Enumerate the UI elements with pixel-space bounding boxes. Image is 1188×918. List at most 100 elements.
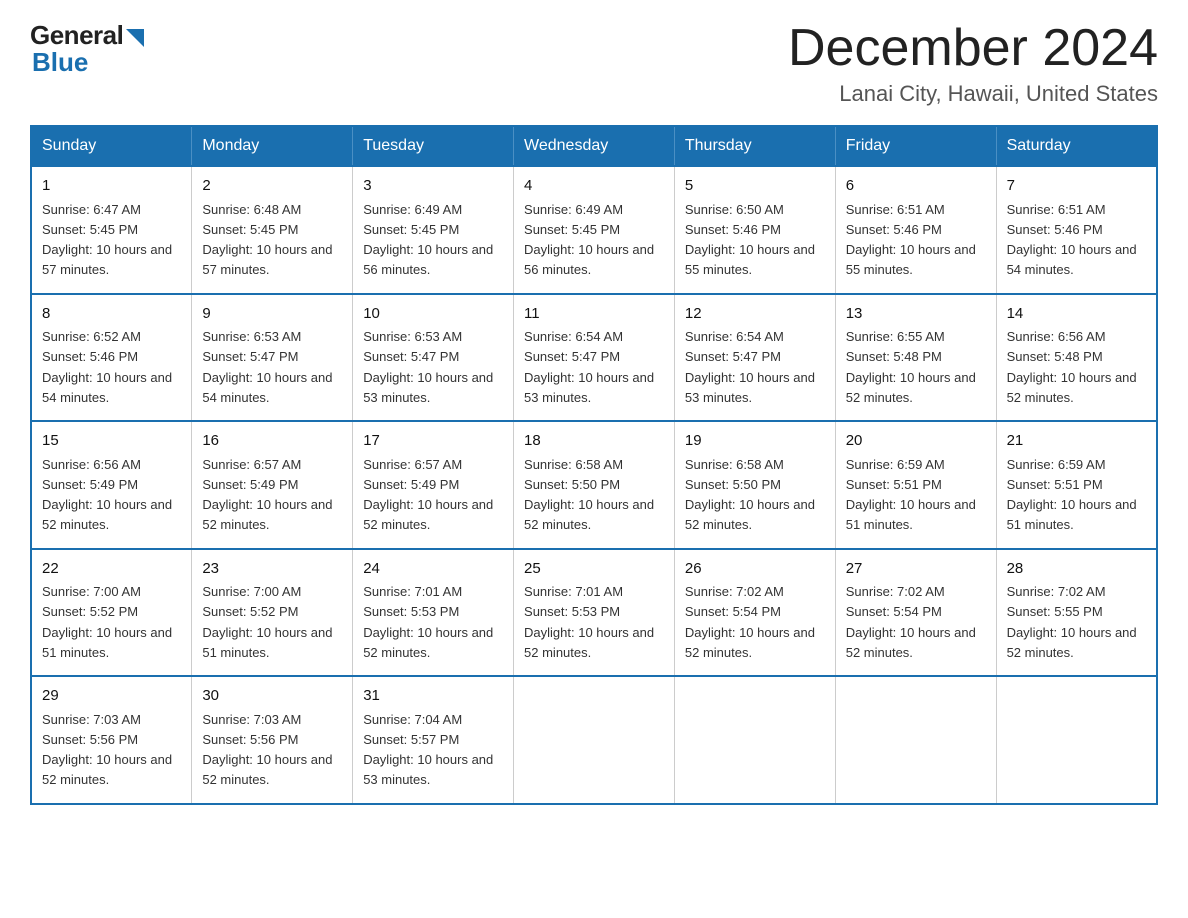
day-info: Sunrise: 7:02 AMSunset: 5:54 PMDaylight:…	[846, 584, 976, 660]
calendar-day-cell: 27 Sunrise: 7:02 AMSunset: 5:54 PMDaylig…	[835, 549, 996, 677]
calendar-week-row: 29 Sunrise: 7:03 AMSunset: 5:56 PMDaylig…	[31, 676, 1157, 804]
day-info: Sunrise: 7:01 AMSunset: 5:53 PMDaylight:…	[363, 584, 493, 660]
day-info: Sunrise: 6:54 AMSunset: 5:47 PMDaylight:…	[524, 329, 654, 405]
day-number: 21	[1007, 430, 1146, 453]
calendar-day-cell: 12 Sunrise: 6:54 AMSunset: 5:47 PMDaylig…	[674, 294, 835, 422]
day-number: 9	[202, 303, 342, 326]
day-info: Sunrise: 6:51 AMSunset: 5:46 PMDaylight:…	[846, 202, 976, 278]
calendar-day-cell: 8 Sunrise: 6:52 AMSunset: 5:46 PMDayligh…	[31, 294, 192, 422]
calendar-day-cell: 23 Sunrise: 7:00 AMSunset: 5:52 PMDaylig…	[192, 549, 353, 677]
calendar-day-cell: 3 Sunrise: 6:49 AMSunset: 5:45 PMDayligh…	[353, 166, 514, 294]
calendar-empty-cell	[835, 676, 996, 804]
calendar-week-row: 15 Sunrise: 6:56 AMSunset: 5:49 PMDaylig…	[31, 421, 1157, 549]
calendar-day-cell: 24 Sunrise: 7:01 AMSunset: 5:53 PMDaylig…	[353, 549, 514, 677]
calendar-week-row: 1 Sunrise: 6:47 AMSunset: 5:45 PMDayligh…	[31, 166, 1157, 294]
day-number: 7	[1007, 175, 1146, 198]
day-number: 18	[524, 430, 664, 453]
day-info: Sunrise: 7:00 AMSunset: 5:52 PMDaylight:…	[42, 584, 172, 660]
calendar-day-cell: 20 Sunrise: 6:59 AMSunset: 5:51 PMDaylig…	[835, 421, 996, 549]
day-info: Sunrise: 7:03 AMSunset: 5:56 PMDaylight:…	[202, 712, 332, 788]
calendar-day-cell: 17 Sunrise: 6:57 AMSunset: 5:49 PMDaylig…	[353, 421, 514, 549]
calendar-day-cell: 4 Sunrise: 6:49 AMSunset: 5:45 PMDayligh…	[514, 166, 675, 294]
day-info: Sunrise: 6:56 AMSunset: 5:49 PMDaylight:…	[42, 457, 172, 533]
calendar-day-cell: 7 Sunrise: 6:51 AMSunset: 5:46 PMDayligh…	[996, 166, 1157, 294]
calendar-day-cell: 16 Sunrise: 6:57 AMSunset: 5:49 PMDaylig…	[192, 421, 353, 549]
location-subheading: Lanai City, Hawaii, United States	[788, 81, 1158, 107]
calendar-empty-cell	[514, 676, 675, 804]
calendar-day-cell: 2 Sunrise: 6:48 AMSunset: 5:45 PMDayligh…	[192, 166, 353, 294]
calendar-empty-cell	[674, 676, 835, 804]
day-info: Sunrise: 6:54 AMSunset: 5:47 PMDaylight:…	[685, 329, 815, 405]
day-number: 22	[42, 558, 181, 581]
calendar-day-cell: 15 Sunrise: 6:56 AMSunset: 5:49 PMDaylig…	[31, 421, 192, 549]
calendar-table: SundayMondayTuesdayWednesdayThursdayFrid…	[30, 125, 1158, 805]
day-number: 13	[846, 303, 986, 326]
day-number: 8	[42, 303, 181, 326]
day-number: 1	[42, 175, 181, 198]
calendar-week-row: 22 Sunrise: 7:00 AMSunset: 5:52 PMDaylig…	[31, 549, 1157, 677]
weekday-header-friday: Friday	[835, 126, 996, 166]
calendar-day-cell: 10 Sunrise: 6:53 AMSunset: 5:47 PMDaylig…	[353, 294, 514, 422]
day-info: Sunrise: 6:53 AMSunset: 5:47 PMDaylight:…	[202, 329, 332, 405]
day-info: Sunrise: 6:51 AMSunset: 5:46 PMDaylight:…	[1007, 202, 1137, 278]
day-info: Sunrise: 7:00 AMSunset: 5:52 PMDaylight:…	[202, 584, 332, 660]
day-number: 12	[685, 303, 825, 326]
day-number: 14	[1007, 303, 1146, 326]
day-info: Sunrise: 7:02 AMSunset: 5:55 PMDaylight:…	[1007, 584, 1137, 660]
calendar-day-cell: 18 Sunrise: 6:58 AMSunset: 5:50 PMDaylig…	[514, 421, 675, 549]
calendar-day-cell: 21 Sunrise: 6:59 AMSunset: 5:51 PMDaylig…	[996, 421, 1157, 549]
calendar-day-cell: 26 Sunrise: 7:02 AMSunset: 5:54 PMDaylig…	[674, 549, 835, 677]
logo: General Blue	[30, 20, 144, 78]
weekday-header-saturday: Saturday	[996, 126, 1157, 166]
day-info: Sunrise: 6:49 AMSunset: 5:45 PMDaylight:…	[524, 202, 654, 278]
weekday-header-tuesday: Tuesday	[353, 126, 514, 166]
day-info: Sunrise: 6:50 AMSunset: 5:46 PMDaylight:…	[685, 202, 815, 278]
calendar-day-cell: 13 Sunrise: 6:55 AMSunset: 5:48 PMDaylig…	[835, 294, 996, 422]
day-number: 11	[524, 303, 664, 326]
day-number: 15	[42, 430, 181, 453]
day-info: Sunrise: 6:49 AMSunset: 5:45 PMDaylight:…	[363, 202, 493, 278]
day-info: Sunrise: 6:53 AMSunset: 5:47 PMDaylight:…	[363, 329, 493, 405]
calendar-day-cell: 11 Sunrise: 6:54 AMSunset: 5:47 PMDaylig…	[514, 294, 675, 422]
day-info: Sunrise: 6:55 AMSunset: 5:48 PMDaylight:…	[846, 329, 976, 405]
day-number: 3	[363, 175, 503, 198]
calendar-day-cell: 28 Sunrise: 7:02 AMSunset: 5:55 PMDaylig…	[996, 549, 1157, 677]
day-number: 29	[42, 685, 181, 708]
month-year-heading: December 2024	[788, 20, 1158, 77]
day-info: Sunrise: 7:04 AMSunset: 5:57 PMDaylight:…	[363, 712, 493, 788]
day-number: 10	[363, 303, 503, 326]
day-info: Sunrise: 6:48 AMSunset: 5:45 PMDaylight:…	[202, 202, 332, 278]
day-number: 30	[202, 685, 342, 708]
day-number: 17	[363, 430, 503, 453]
day-number: 23	[202, 558, 342, 581]
day-number: 24	[363, 558, 503, 581]
weekday-header-monday: Monday	[192, 126, 353, 166]
day-info: Sunrise: 6:57 AMSunset: 5:49 PMDaylight:…	[202, 457, 332, 533]
day-number: 31	[363, 685, 503, 708]
day-info: Sunrise: 6:59 AMSunset: 5:51 PMDaylight:…	[1007, 457, 1137, 533]
day-info: Sunrise: 6:52 AMSunset: 5:46 PMDaylight:…	[42, 329, 172, 405]
calendar-day-cell: 30 Sunrise: 7:03 AMSunset: 5:56 PMDaylig…	[192, 676, 353, 804]
day-number: 5	[685, 175, 825, 198]
day-number: 28	[1007, 558, 1146, 581]
day-info: Sunrise: 6:56 AMSunset: 5:48 PMDaylight:…	[1007, 329, 1137, 405]
day-number: 20	[846, 430, 986, 453]
logo-blue-text: Blue	[32, 47, 88, 78]
logo-triangle-icon	[126, 29, 144, 47]
calendar-day-cell: 1 Sunrise: 6:47 AMSunset: 5:45 PMDayligh…	[31, 166, 192, 294]
calendar-day-cell: 22 Sunrise: 7:00 AMSunset: 5:52 PMDaylig…	[31, 549, 192, 677]
weekday-header-sunday: Sunday	[31, 126, 192, 166]
calendar-empty-cell	[996, 676, 1157, 804]
day-info: Sunrise: 6:59 AMSunset: 5:51 PMDaylight:…	[846, 457, 976, 533]
calendar-day-cell: 25 Sunrise: 7:01 AMSunset: 5:53 PMDaylig…	[514, 549, 675, 677]
day-number: 4	[524, 175, 664, 198]
day-info: Sunrise: 6:58 AMSunset: 5:50 PMDaylight:…	[524, 457, 654, 533]
day-number: 26	[685, 558, 825, 581]
page-header: General Blue December 2024 Lanai City, H…	[30, 20, 1158, 107]
day-number: 16	[202, 430, 342, 453]
calendar-day-cell: 29 Sunrise: 7:03 AMSunset: 5:56 PMDaylig…	[31, 676, 192, 804]
calendar-day-cell: 5 Sunrise: 6:50 AMSunset: 5:46 PMDayligh…	[674, 166, 835, 294]
calendar-day-cell: 19 Sunrise: 6:58 AMSunset: 5:50 PMDaylig…	[674, 421, 835, 549]
calendar-day-cell: 31 Sunrise: 7:04 AMSunset: 5:57 PMDaylig…	[353, 676, 514, 804]
day-info: Sunrise: 6:47 AMSunset: 5:45 PMDaylight:…	[42, 202, 172, 278]
